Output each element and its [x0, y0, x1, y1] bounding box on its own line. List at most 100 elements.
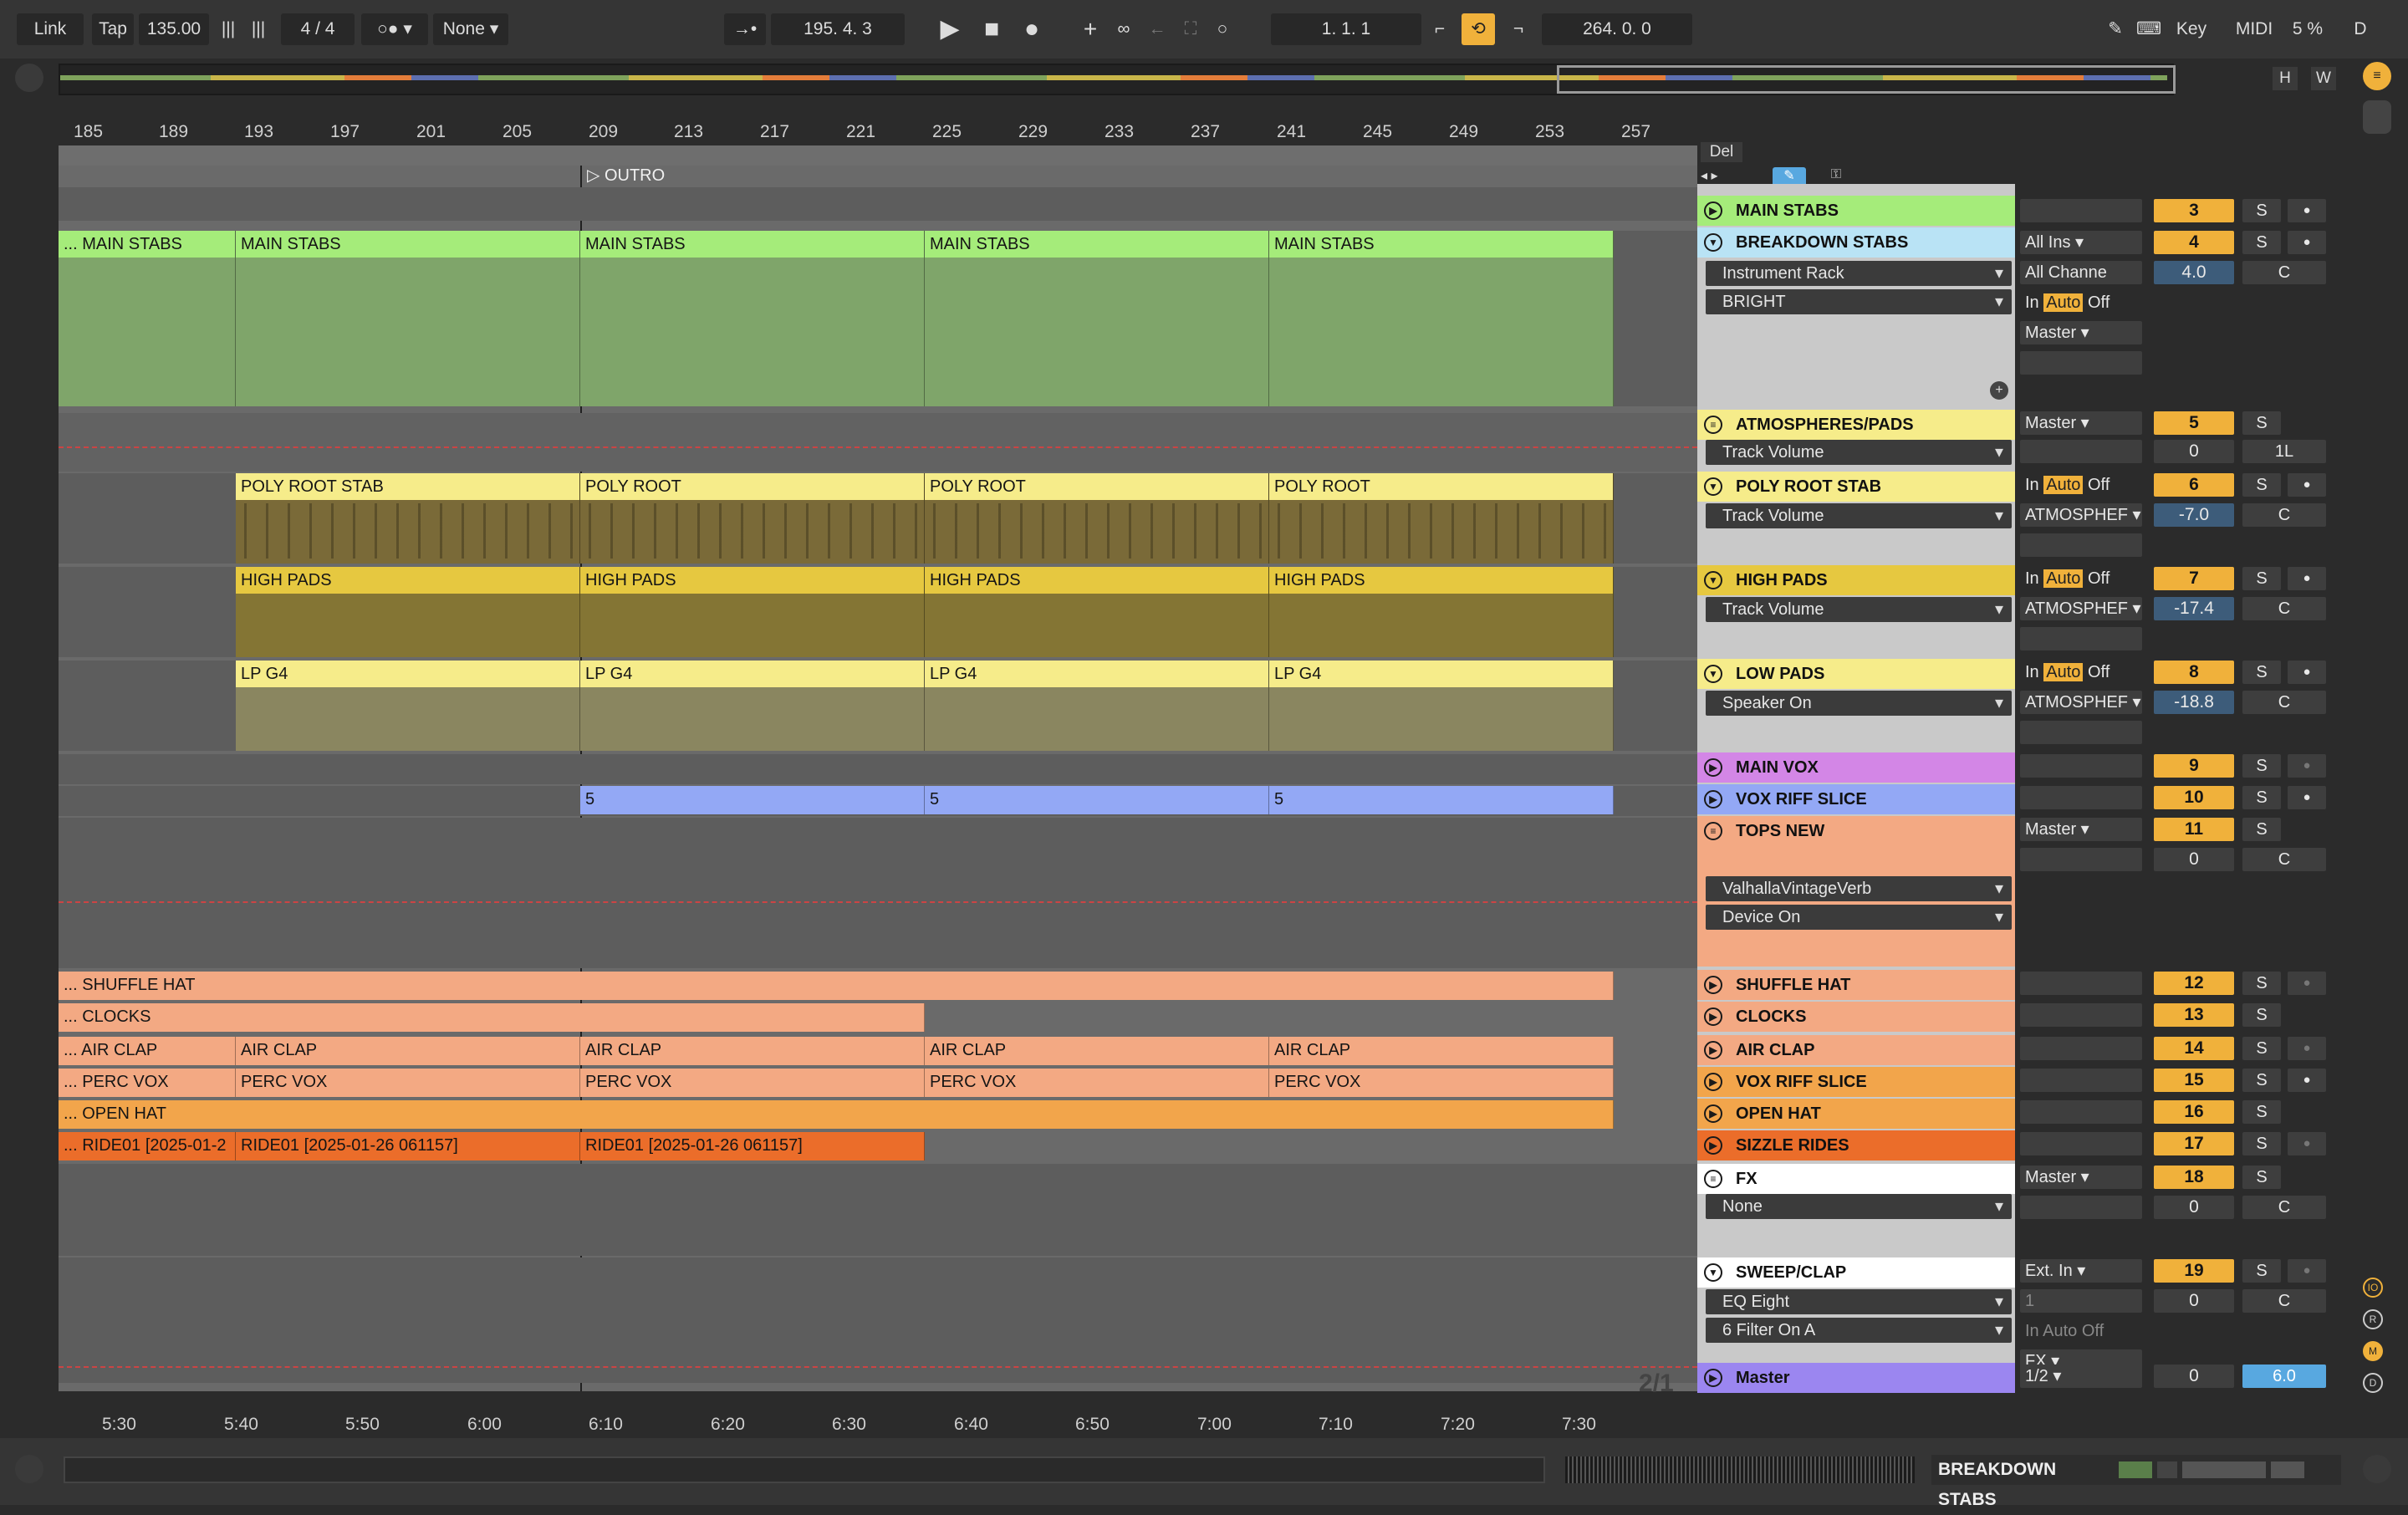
io-slot[interactable] — [2020, 786, 2142, 809]
pan-field[interactable]: C — [2242, 1289, 2326, 1313]
pan-field[interactable]: 6.0 — [2242, 1365, 2326, 1388]
output-channel-chooser[interactable] — [2020, 351, 2142, 375]
fold-icon[interactable]: ▼ — [1704, 477, 1722, 496]
monitor-off-button[interactable]: Off — [2082, 1322, 2104, 1340]
track-header[interactable]: ▼ POLY ROOT STAB — [1697, 472, 2015, 502]
output-channel-chooser[interactable] — [2020, 848, 2142, 871]
track-activator[interactable]: 17 — [2154, 1132, 2234, 1155]
parameter-chooser[interactable]: Speaker On — [1706, 691, 2012, 716]
solo-button[interactable]: S — [2242, 473, 2281, 497]
midi-map-button[interactable]: MIDI — [2229, 13, 2279, 45]
track-activator[interactable]: 9 — [2154, 754, 2234, 778]
record-icon[interactable]: ● — [1015, 13, 1048, 45]
track-activator[interactable]: 6 — [2154, 473, 2234, 497]
output-channel-chooser[interactable] — [2020, 1196, 2142, 1219]
device-thumbnail[interactable] — [2119, 1461, 2152, 1478]
audio-clip[interactable]: AIR CLAP — [580, 1037, 925, 1065]
nudge-down-icon[interactable]: ||| — [216, 13, 241, 45]
audio-clip[interactable]: AIR CLAP — [925, 1037, 1269, 1065]
pan-field[interactable]: C — [2242, 597, 2326, 620]
track-header[interactable]: ▼ SWEEP/CLAP — [1697, 1257, 2015, 1288]
midi-clip[interactable]: HIGH PADS — [236, 567, 580, 657]
arm-icon[interactable]: ● — [2288, 1132, 2326, 1155]
solo-button[interactable]: S — [2242, 411, 2281, 435]
track-header[interactable]: ▶ MAIN VOX — [1697, 752, 2015, 783]
monitor-in-button[interactable]: In — [2025, 1322, 2039, 1340]
solo-button[interactable]: S — [2242, 1003, 2281, 1027]
pan-field[interactable]: C — [2242, 503, 2326, 527]
audio-clip[interactable]: ... CLOCKS — [59, 1003, 925, 1032]
parameter-chooser[interactable]: BRIGHT — [1706, 289, 2012, 314]
pan-field[interactable]: C — [2242, 691, 2326, 714]
arm-icon[interactable]: ● — [2288, 1069, 2326, 1092]
solo-button[interactable]: S — [2242, 1166, 2281, 1189]
punch-in-icon[interactable]: ⌐ — [1423, 13, 1457, 45]
output-chooser[interactable]: ATMOSPHEF ▾ — [2020, 597, 2142, 620]
fold-icon[interactable]: ▶ — [1704, 201, 1722, 220]
io-slot[interactable] — [2020, 1100, 2142, 1124]
monitor-auto-button[interactable]: Auto — [2043, 569, 2084, 588]
mixer-toggle-icon[interactable] — [2363, 100, 2391, 134]
optimize-width-button[interactable]: W — [2311, 67, 2336, 90]
volume-field[interactable]: 0 — [2154, 440, 2234, 463]
audio-clip[interactable]: AIR CLAP — [236, 1037, 580, 1065]
stop-icon[interactable]: ■ — [975, 13, 1008, 45]
audio-clip[interactable]: 5 — [925, 786, 1269, 814]
monitor-off-button[interactable]: Off — [2088, 293, 2110, 312]
automation-line[interactable] — [59, 1366, 1697, 1368]
view-toggle-icon[interactable] — [15, 64, 43, 92]
track-header[interactable]: ▶ MAIN STABS — [1697, 196, 2015, 226]
tempo-field[interactable]: 135.00 — [139, 13, 209, 45]
parameter-chooser[interactable]: Track Volume — [1706, 503, 2012, 528]
arm-icon[interactable]: ● — [2288, 473, 2326, 497]
add-lane-icon[interactable]: + — [1990, 381, 2008, 400]
audio-clip[interactable]: 5 — [1269, 786, 1614, 814]
loop-length-field[interactable]: 264. 0. 0 — [1542, 13, 1692, 45]
parameter-chooser[interactable]: Device On — [1706, 905, 2012, 930]
output-chooser[interactable]: Master ▾ — [2020, 321, 2142, 344]
device-chooser[interactable]: EQ Eight — [1706, 1289, 2012, 1314]
monitor-in-button[interactable]: In — [2025, 663, 2039, 681]
io-slot[interactable] — [2020, 754, 2142, 778]
device-thumbnail[interactable] — [2157, 1461, 2177, 1478]
track-activator[interactable]: 3 — [2154, 199, 2234, 222]
track-header[interactable]: ▶ CLOCKS — [1697, 1002, 2015, 1032]
audio-clip[interactable]: PERC VOX — [236, 1069, 580, 1097]
fold-icon[interactable]: ▶ — [1704, 758, 1722, 777]
io-slot[interactable] — [2020, 1037, 2142, 1060]
track-activator[interactable]: 5 — [2154, 411, 2234, 435]
monitor-in-button[interactable]: In — [2025, 569, 2039, 588]
track-activator[interactable]: 13 — [2154, 1003, 2234, 1027]
output-chooser[interactable]: ATMOSPHEF ▾ — [2020, 691, 2142, 714]
loop-start-field[interactable]: 1. 1. 1 — [1271, 13, 1421, 45]
monitor-auto-button[interactable]: Auto — [2043, 476, 2084, 494]
arm-icon[interactable]: ● — [2288, 754, 2326, 778]
arm-icon[interactable]: ● — [2288, 199, 2326, 222]
arm-icon[interactable]: ● — [2288, 567, 2326, 590]
overdub-icon[interactable]: + — [1074, 13, 1107, 45]
fold-icon[interactable]: ▶ — [1704, 1041, 1722, 1059]
fold-icon[interactable]: ▶ — [1704, 1104, 1722, 1123]
midi-clip[interactable]: MAIN STABS — [1269, 231, 1614, 406]
volume-field[interactable]: 0 — [2154, 1365, 2234, 1388]
track-activator[interactable]: 15 — [2154, 1069, 2234, 1092]
volume-field[interactable]: 0 — [2154, 848, 2234, 871]
arrangement-position-field[interactable]: 195. 4. 3 — [771, 13, 905, 45]
output-channel-chooser[interactable] — [2020, 627, 2142, 650]
fold-icon[interactable]: ▼ — [1704, 665, 1722, 683]
parameter-chooser[interactable]: Track Volume — [1706, 440, 2012, 465]
midi-clip[interactable]: ... MAIN STABS — [59, 231, 236, 406]
audio-clip[interactable]: PERC VOX — [925, 1069, 1269, 1097]
midi-clip[interactable]: POLY ROOT — [1269, 473, 1614, 564]
audio-clip[interactable]: PERC VOX — [580, 1069, 925, 1097]
volume-field[interactable]: 0 — [2154, 1196, 2234, 1219]
midi-clip[interactable]: HIGH PADS — [925, 567, 1269, 657]
solo-button[interactable]: S — [2242, 661, 2281, 684]
monitor-off-button[interactable]: Off — [2088, 663, 2110, 681]
track-header[interactable]: ▼ BREAKDOWN STABS — [1697, 227, 2015, 258]
track-header[interactable]: ≡ ATMOSPHERES/PADS — [1697, 410, 2015, 440]
midi-clip[interactable]: LP G4 — [1269, 661, 1614, 751]
io-toggle-icon[interactable]: IO — [2363, 1278, 2383, 1298]
output-channel-chooser[interactable] — [2020, 533, 2142, 557]
track-header[interactable]: ▶ Master — [1697, 1363, 2015, 1393]
